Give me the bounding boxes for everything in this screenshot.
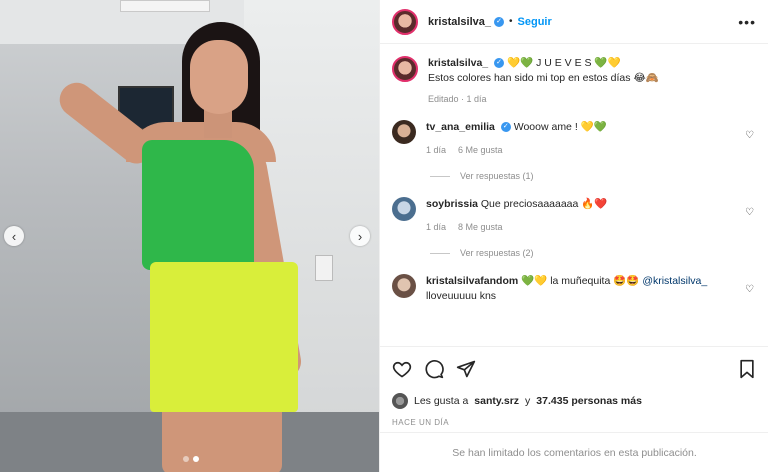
caption-emoji-suffix: 💚💛 — [594, 57, 621, 69]
liker-avatar[interactable] — [392, 393, 408, 409]
commenter-avatar[interactable] — [392, 120, 416, 144]
comment-like-heart-icon[interactable]: ♡ — [745, 284, 754, 295]
caption-emoji-prefix: 💛💚 — [506, 57, 534, 69]
carousel-dot-active — [193, 456, 199, 462]
comment-time[interactable]: 1 día — [426, 145, 446, 155]
view-replies-label: Ver respuestas (2) — [460, 248, 534, 258]
share-icon[interactable] — [456, 359, 476, 379]
view-replies-button[interactable]: Ver respuestas (2) — [426, 248, 738, 258]
likes-count[interactable]: 37.435 personas más — [536, 395, 642, 407]
comment-text-continued: lloveuuuuu kns — [426, 290, 497, 302]
more-options-icon[interactable]: ••• — [738, 14, 756, 30]
caption: kristalsilva_ ✓ 💛💚 J U E V E S 💚💛 Estos … — [392, 56, 756, 104]
yellow-skirt — [150, 262, 298, 412]
comment-text: Que preciosaaaaaaa 🔥❤️ — [480, 198, 608, 210]
follow-button[interactable]: Seguir — [518, 16, 552, 28]
caption-day: J U E V E S — [536, 57, 592, 69]
comment-item: kristalsilvafandom 💚💛 la muñequita 🤩🤩 @k… — [392, 274, 756, 304]
heart-icon[interactable] — [392, 359, 412, 379]
comment-like-heart-icon[interactable]: ♡ — [745, 130, 754, 141]
likes-prefix: Les gusta a — [414, 395, 469, 407]
instagram-post: ‹ › kristalsilva_ ✓ • Seguir ••• kristal… — [0, 0, 768, 472]
view-replies-button[interactable]: Ver respuestas (1) — [426, 171, 738, 181]
commenter-avatar[interactable] — [392, 274, 416, 298]
post-photo[interactable]: ‹ › — [0, 0, 379, 472]
comment-like-heart-icon[interactable]: ♡ — [745, 207, 754, 218]
carousel-prev-button[interactable]: ‹ — [4, 226, 24, 246]
bookmark-icon[interactable] — [737, 359, 757, 379]
author-avatar[interactable] — [392, 8, 418, 35]
comment-item: tv_ana_emilia ✓ Wooow ame ! 💛💚 1 día 6 Me… — [392, 120, 756, 181]
legs — [162, 405, 282, 472]
caption-username[interactable]: kristalsilva_ — [428, 57, 488, 69]
caption-avatar[interactable] — [392, 56, 418, 82]
author-username[interactable]: kristalsilva_ — [428, 16, 491, 28]
caption-time[interactable]: 1 día — [467, 94, 487, 104]
commenter-avatar[interactable] — [392, 197, 416, 221]
separator-dot: • — [509, 16, 513, 27]
carousel-dots — [183, 456, 199, 462]
view-replies-label: Ver respuestas (1) — [460, 171, 534, 181]
edited-label: Editado — [428, 94, 459, 104]
carousel-dot — [183, 456, 189, 462]
likes-summary: Les gusta a santy.srz y 37.435 personas … — [392, 393, 757, 409]
comments-section[interactable]: kristalsilva_ ✓ 💛💚 J U E V E S 💚💛 Estos … — [380, 44, 768, 345]
likes-connector: y — [525, 395, 531, 407]
comments-limited-notice: Se han limitado los comentarios en esta … — [380, 432, 768, 472]
comment-mention[interactable]: @kristalsilva_ — [642, 275, 707, 287]
face — [190, 40, 248, 114]
comment-text: Wooow ame ! 💛💚 — [513, 121, 607, 133]
chevron-left-icon: ‹ — [11, 228, 17, 244]
post-sidebar: kristalsilva_ ✓ • Seguir ••• kristalsilv… — [379, 0, 768, 472]
comment-time[interactable]: 1 día — [426, 222, 446, 232]
comment-text: 💚💛 la muñequita 🤩🤩 — [521, 275, 640, 287]
light-switch — [315, 255, 333, 281]
ceiling-light — [120, 0, 210, 12]
post-header: kristalsilva_ ✓ • Seguir ••• — [380, 0, 768, 44]
verified-badge-icon: ✓ — [494, 58, 505, 69]
comment-username[interactable]: kristalsilvafandom — [426, 275, 518, 287]
carousel-next-button[interactable]: › — [350, 226, 370, 246]
post-date[interactable]: HACE UN DÍA — [392, 418, 757, 427]
post-actions: Les gusta a santy.srz y 37.435 personas … — [380, 346, 768, 427]
green-top — [142, 140, 254, 270]
comment-likes[interactable]: 8 Me gusta — [458, 222, 503, 232]
chevron-right-icon: › — [357, 228, 363, 244]
comment-username[interactable]: soybrissia — [426, 198, 478, 210]
liker-username[interactable]: santy.srz — [474, 395, 519, 407]
comment-item: soybrissia Que preciosaaaaaaa 🔥❤️ 1 día 8… — [392, 197, 756, 258]
caption-text: Estos colores han sido mi top en estos d… — [428, 72, 659, 84]
comment-username[interactable]: tv_ana_emilia — [426, 121, 495, 133]
verified-badge-icon: ✓ — [500, 122, 511, 133]
verified-badge-icon: ✓ — [494, 16, 504, 27]
comment-icon[interactable] — [424, 359, 444, 379]
comment-likes[interactable]: 6 Me gusta — [458, 145, 503, 155]
